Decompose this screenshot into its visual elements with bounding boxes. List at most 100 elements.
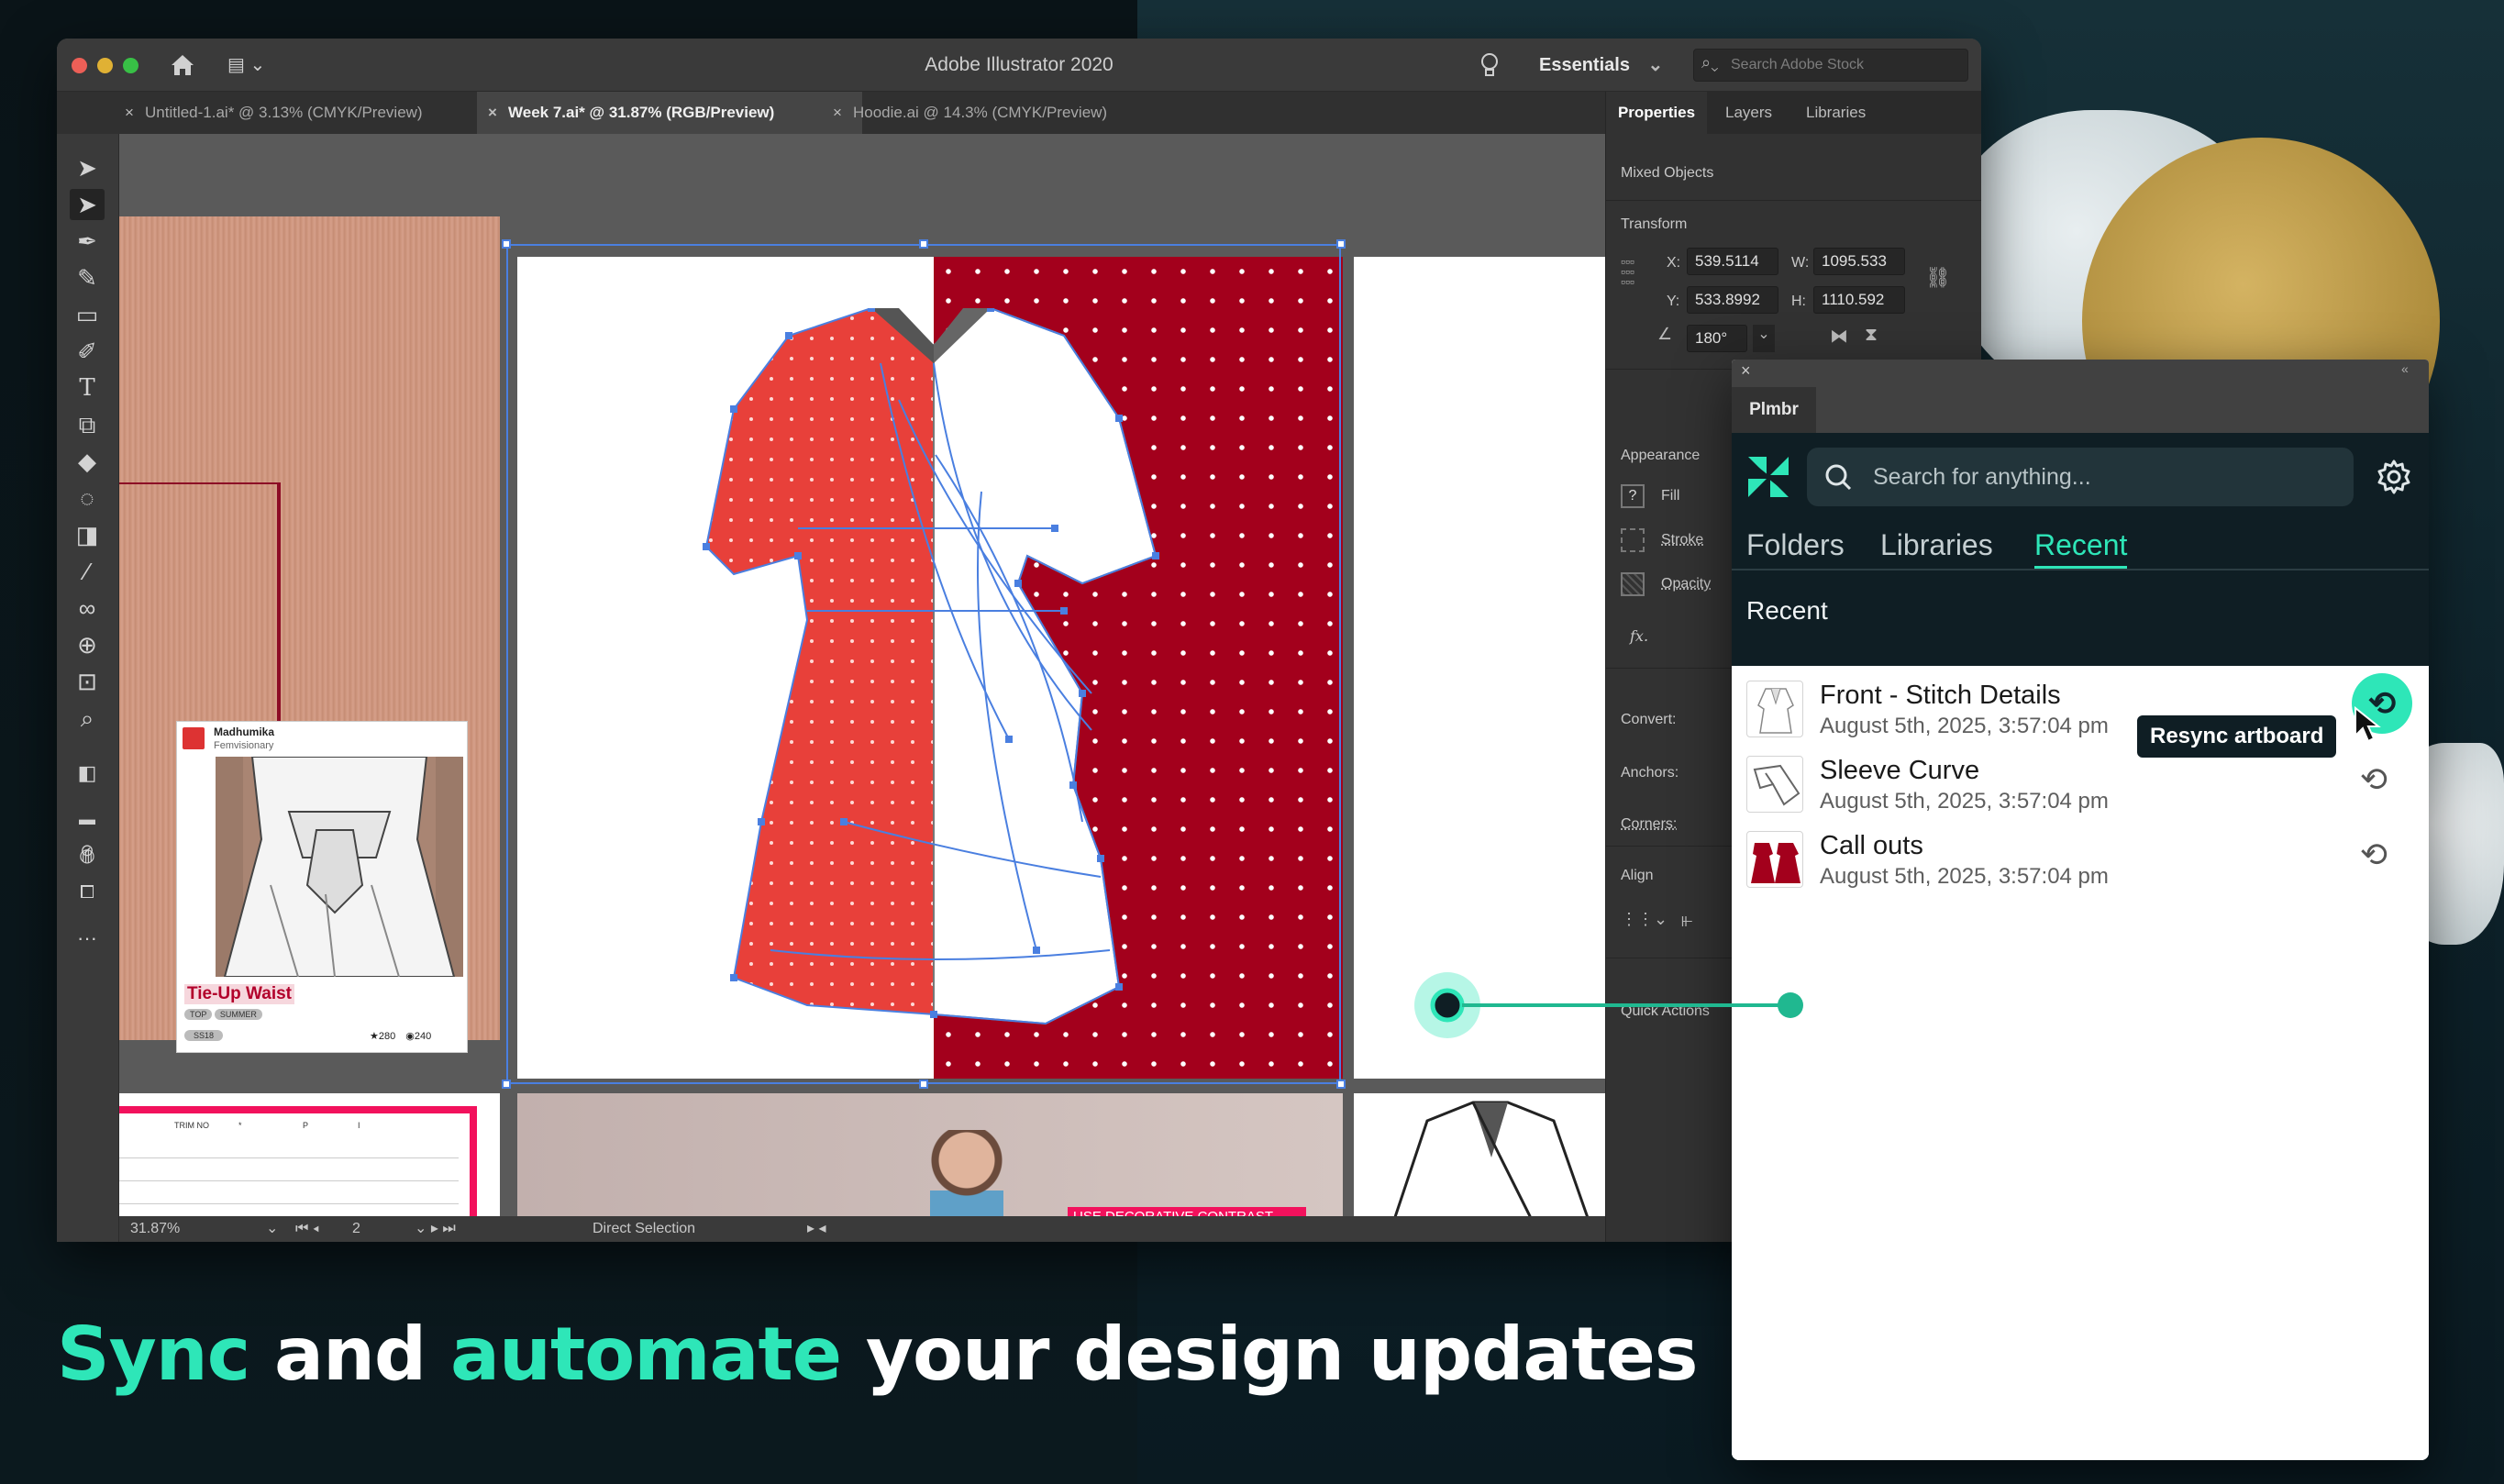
doc-tab-hoodie[interactable]: × Hoodie.ai @ 14.3% (CMYK/Preview) (822, 92, 1189, 134)
screen-mode-icon[interactable]: ⧠ (70, 877, 105, 908)
gear-icon[interactable] (2376, 459, 2412, 495)
tab-libraries[interactable]: Libraries (1880, 528, 1993, 562)
selection-tool-icon[interactable]: ➤ (70, 152, 105, 183)
curvature-tool-icon[interactable]: ✎ (70, 262, 105, 293)
fill-swatch-icon[interactable]: ? (1621, 484, 1645, 508)
close-tab-icon[interactable]: × (833, 92, 842, 134)
tab-properties[interactable]: Properties (1606, 92, 1707, 134)
more-tools-icon[interactable]: ··· (70, 923, 105, 954)
collapse-panel-icon[interactable]: « (2401, 361, 2409, 376)
first-artboard-icon[interactable]: ⏮ ◂ (295, 1216, 319, 1242)
direct-selection-tool-icon[interactable]: ➤ (70, 189, 105, 220)
close-tab-icon[interactable]: × (488, 92, 497, 134)
card-views: 240 (414, 1031, 432, 1042)
bounding-box-handle[interactable] (1336, 239, 1346, 249)
illustrator-window: ▤ ⌄ Adobe Illustrator 2020 Essentials ⌄ … (57, 39, 1981, 1242)
h-label: H: (1791, 293, 1806, 309)
type-tool-icon[interactable]: T (70, 372, 105, 404)
pen-tool-icon[interactable]: ✒ (70, 226, 105, 257)
bounding-box-handle[interactable] (502, 1080, 511, 1089)
blend-tool-icon[interactable]: ∞ (70, 592, 105, 624)
flip-horizontal-icon[interactable]: ⧓ (1830, 325, 1848, 348)
item-title: Sleeve Curve (1820, 756, 1980, 785)
sync-icon[interactable]: ⟲ (2355, 836, 2392, 873)
list-item[interactable]: Sleeve Curve August 5th, 2025, 3:57:04 p… (1732, 748, 2429, 824)
y-field[interactable]: 533.8992 (1687, 286, 1778, 314)
next-artboard-icon[interactable]: ⌄ ▸ ⏭ (415, 1216, 456, 1242)
align-to-icon[interactable]: ⋮⋮⌄ (1621, 910, 1667, 929)
lasso-tool-icon[interactable]: ◌ (70, 482, 105, 514)
fill-label[interactable]: Fill (1661, 488, 1679, 504)
scale-tool-icon[interactable]: ⧉ (70, 409, 105, 440)
bounding-box-handle[interactable] (919, 1080, 928, 1089)
zoom-level[interactable]: 31.87% (130, 1216, 180, 1242)
paintbrush-tool-icon[interactable]: ✐ (70, 336, 105, 367)
reference-point-icon[interactable]: ▫▫▫ ▫▫▫ ▫▫▫ (1621, 255, 1652, 288)
stock-search-input[interactable]: ⌕⌄ Search Adobe Stock (1693, 49, 1968, 82)
artboard-tool-icon[interactable]: ⊡ (70, 666, 105, 697)
color-mode-icon[interactable]: ▬ ⊘ (70, 803, 105, 859)
doc-tab-label: Week 7.ai* @ 31.87% (RGB/Preview) (508, 104, 775, 121)
status-menu-icon[interactable]: ▸ ◂ (807, 1216, 826, 1242)
zoom-tool-icon[interactable]: ⌕ (70, 703, 105, 734)
opacity-icon[interactable] (1621, 572, 1645, 596)
title-bar: ▤ ⌄ Adobe Illustrator 2020 Essentials ⌄ … (57, 39, 1981, 92)
artboard-number[interactable]: 2 (352, 1216, 360, 1242)
star-icon: ★ (370, 1031, 379, 1042)
doc-tab-week7[interactable]: × Week 7.ai* @ 31.87% (RGB/Preview) (477, 92, 862, 134)
sketch-artboard (1354, 1093, 1627, 1216)
close-tab-icon[interactable]: × (125, 92, 134, 134)
plmbr-search-input[interactable]: Search for anything... (1807, 448, 2354, 506)
item-date: August 5th, 2025, 3:57:04 pm (1820, 714, 2109, 738)
artboard-canvas[interactable]: Madhumika Femvisionary Tie-Up Waist TOP … (119, 134, 1627, 1216)
w-field[interactable]: 1095.533 (1813, 248, 1905, 275)
plmbr-tab[interactable]: Plmbr (1732, 387, 1816, 433)
h-field[interactable]: 1110.592 (1813, 286, 1905, 314)
item-thumbnail (1746, 681, 1803, 737)
effects-label[interactable]: fx. (1630, 627, 1648, 645)
trim-table-artboard: TRIM NO * P I (119, 1093, 500, 1216)
list-item[interactable]: Call outs August 5th, 2025, 3:57:04 pm ⟲ (1732, 824, 2429, 899)
close-panel-icon[interactable]: × (1741, 361, 1751, 381)
plmbr-title-bar: × « Plmbr (1732, 360, 2429, 433)
item-date: August 5th, 2025, 3:57:04 pm (1820, 789, 2109, 814)
rectangle-tool-icon[interactable]: ▭ (70, 299, 105, 330)
constrain-proportions-icon[interactable]: ⛓ (1925, 266, 1951, 290)
sync-icon[interactable]: ⟲ (2355, 761, 2392, 798)
tab-folders[interactable]: Folders (1746, 528, 1845, 562)
selection-bounding-box[interactable] (506, 244, 1341, 1084)
marketing-headline: Sync and automate your design updates (57, 1312, 1699, 1397)
workspace-switcher[interactable]: Essentials ⌄ (1539, 39, 1663, 92)
opacity-label[interactable]: Opacity (1661, 576, 1711, 592)
bounding-box-handle[interactable] (1336, 1080, 1346, 1089)
gradient-tool-icon[interactable]: ◨ (70, 519, 105, 550)
rotation-field[interactable]: 180° (1687, 325, 1747, 352)
doc-tab-label: Hoodie.ai @ 14.3% (CMYK/Preview) (853, 104, 1108, 121)
tab-libraries[interactable]: Libraries (1806, 92, 1866, 134)
corners-label[interactable]: Corners: (1621, 816, 1677, 833)
model-photo (930, 1130, 1003, 1216)
tag: SS18 (184, 1030, 224, 1041)
card-stats: ★280 ◉240 (370, 1030, 431, 1042)
stroke-swatch-icon[interactable] (1621, 528, 1645, 552)
stroke-label[interactable]: Stroke (1661, 532, 1703, 548)
draw-mode-icon[interactable]: ◍ (70, 840, 105, 871)
x-field[interactable]: 539.5114 (1687, 248, 1778, 275)
headline-rest: your design updates (841, 1312, 1699, 1397)
doc-tab-untitled[interactable]: × Untitled-1.ai* @ 3.13% (CMYK/Preview) (114, 92, 532, 134)
chevron-down-icon[interactable]: ⌄ (266, 1216, 278, 1242)
fill-stroke-swatch-icon[interactable]: ◧ (70, 758, 105, 789)
align-left-icon[interactable]: ⫦ (1681, 908, 1692, 932)
lightbulb-icon[interactable] (1479, 51, 1501, 79)
transform-heading: Transform (1621, 216, 1688, 232)
shape-builder-tool-icon[interactable]: ⊕ (70, 629, 105, 660)
bounding-box-handle[interactable] (919, 239, 928, 249)
flip-vertical-icon[interactable]: ⧗ (1865, 325, 1878, 346)
eraser-tool-icon[interactable]: ◆ (70, 446, 105, 477)
chevron-down-icon[interactable]: ⌄ (1753, 325, 1775, 352)
eyedropper-tool-icon[interactable]: ⁄ (70, 556, 105, 587)
tab-layers[interactable]: Layers (1725, 92, 1772, 134)
bounding-box-handle[interactable] (502, 239, 511, 249)
tab-recent[interactable]: Recent (2034, 528, 2128, 569)
tag: TOP (184, 1009, 213, 1020)
